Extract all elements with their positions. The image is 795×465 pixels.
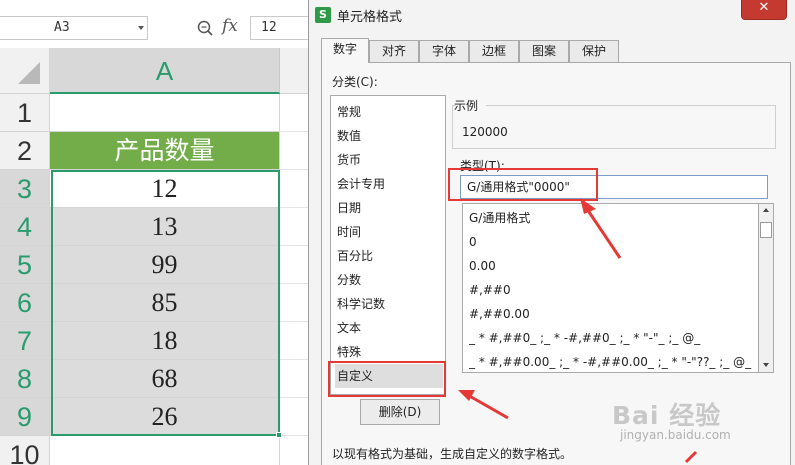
format-item[interactable]: 0.00 — [469, 254, 757, 278]
sample-label: 示例 — [454, 99, 479, 113]
category-item[interactable]: 数值 — [335, 124, 443, 148]
row-header[interactable]: 2 — [0, 132, 50, 170]
row-header[interactable]: 1 — [0, 94, 50, 132]
format-item[interactable]: G/通用格式 — [469, 206, 757, 230]
cell-a5[interactable]: 99 — [50, 246, 280, 284]
category-item[interactable]: 百分比 — [335, 244, 443, 268]
category-item[interactable]: 货币 — [335, 148, 443, 172]
tab-number[interactable]: 数字 — [321, 38, 369, 63]
tab-protection[interactable]: 保护 — [569, 40, 619, 62]
delete-button[interactable]: 删除(D) — [360, 399, 440, 425]
row-header[interactable]: 9 — [0, 398, 50, 436]
row-header[interactable]: 8 — [0, 360, 50, 398]
category-item[interactable]: 时间 — [335, 220, 443, 244]
format-item[interactable]: _ * #,##0_ ;_ * -#,##0_ ;_ * "-"_ ;_ @_ — [469, 326, 757, 350]
cell-b8[interactable] — [280, 360, 310, 398]
row-header[interactable]: 3 — [0, 170, 50, 208]
tab-alignment[interactable]: 对齐 — [369, 40, 419, 62]
zoom-icon[interactable] — [196, 19, 214, 37]
cell-a7[interactable]: 18 — [50, 322, 280, 360]
cell-a4[interactable]: 13 — [50, 208, 280, 246]
chevron-down-icon[interactable] — [138, 26, 144, 30]
app-icon: S — [315, 7, 331, 23]
scroll-down-icon[interactable] — [763, 363, 769, 367]
cell-a2[interactable]: 产品数量 — [50, 132, 280, 170]
row-header[interactable]: 5 — [0, 246, 50, 284]
row-header[interactable]: 10 — [0, 436, 50, 465]
spreadsheet-grid: A 1 2 3 4 5 6 7 8 9 10 产品数量 12 13 99 85 … — [0, 48, 310, 465]
category-item[interactable]: 分数 — [335, 268, 443, 292]
row-header[interactable]: 4 — [0, 208, 50, 246]
cell-a6[interactable]: 85 — [50, 284, 280, 322]
tab-border[interactable]: 边框 — [469, 40, 519, 62]
row-header[interactable]: 7 — [0, 322, 50, 360]
tab-pattern[interactable]: 图案 — [519, 40, 569, 62]
column-header-a[interactable]: A — [50, 48, 280, 94]
cell-a8[interactable]: 68 — [50, 360, 280, 398]
cell-a10[interactable] — [50, 436, 280, 465]
tab-font[interactable]: 字体 — [419, 40, 469, 62]
sample-value: 120000 — [462, 125, 508, 139]
corner-triangle-icon — [18, 62, 40, 84]
format-item[interactable]: #,##0 — [469, 278, 757, 302]
dialog-title: 单元格格式 — [337, 10, 403, 25]
cell-b3[interactable] — [280, 170, 310, 208]
formula-bar: A3 fx 12 — [0, 12, 310, 42]
category-item[interactable]: 会计专用 — [335, 172, 443, 196]
spreadsheet-area: A3 fx 12 A 1 2 3 4 5 6 7 8 9 10 产品数量 12 … — [0, 0, 310, 465]
cell-a1[interactable] — [50, 94, 280, 132]
cell-b9[interactable] — [280, 398, 310, 436]
cell-a3[interactable]: 12 — [50, 170, 280, 208]
format-item[interactable]: #,##0.00 — [469, 302, 757, 326]
category-item[interactable]: 文本 — [335, 316, 443, 340]
format-list-scrollbar[interactable] — [758, 203, 774, 373]
format-item[interactable]: 0 — [469, 230, 757, 254]
scroll-thumb[interactable] — [760, 222, 772, 238]
cell-a9[interactable]: 26 — [50, 398, 280, 436]
cell-b2[interactable] — [280, 132, 310, 170]
cell-b5[interactable] — [280, 246, 310, 284]
category-item[interactable]: 日期 — [335, 196, 443, 220]
category-item[interactable]: 科学记数 — [335, 292, 443, 316]
number-tab-panel: 分类(C): 常规 数值 货币 会计专用 日期 时间 百分比 分数 科学记数 文… — [321, 62, 791, 465]
name-box[interactable]: A3 — [0, 16, 148, 40]
dialog-titlebar[interactable]: S 单元格格式 ✕ — [309, 0, 795, 30]
cell-b6[interactable] — [280, 284, 310, 322]
function-icon[interactable]: fx — [222, 16, 238, 36]
cell-b4[interactable] — [280, 208, 310, 246]
scroll-up-icon[interactable] — [763, 208, 769, 212]
cell-b1[interactable] — [280, 94, 310, 132]
highlight-box-type — [448, 168, 598, 201]
select-all-corner[interactable] — [0, 48, 50, 94]
formula-input[interactable]: 12 — [250, 16, 310, 40]
column-header-b[interactable] — [280, 48, 310, 94]
format-item[interactable]: _ * #,##0.00_ ;_ * -#,##0.00_ ;_ * "-"??… — [469, 350, 757, 372]
row-header[interactable]: 6 — [0, 284, 50, 322]
category-item[interactable]: 常规 — [335, 100, 443, 124]
cell-b7[interactable] — [280, 322, 310, 360]
close-button[interactable]: ✕ — [741, 0, 787, 20]
format-cells-dialog: S 单元格格式 ✕ 数字 对齐 字体 边框 图案 保护 分类(C): 常规 数值… — [308, 0, 795, 465]
fill-handle[interactable] — [276, 432, 282, 438]
format-code-list[interactable]: G/通用格式 0 0.00 #,##0 #,##0.00 _ * #,##0_ … — [462, 203, 758, 373]
description-text: 以现有格式为基础，生成自定义的数字格式。 — [332, 447, 573, 461]
category-label: 分类(C): — [332, 75, 378, 89]
category-list[interactable]: 常规 数值 货币 会计专用 日期 时间 百分比 分数 科学记数 文本 特殊 自定… — [330, 95, 446, 395]
highlight-box-category — [328, 361, 446, 397]
